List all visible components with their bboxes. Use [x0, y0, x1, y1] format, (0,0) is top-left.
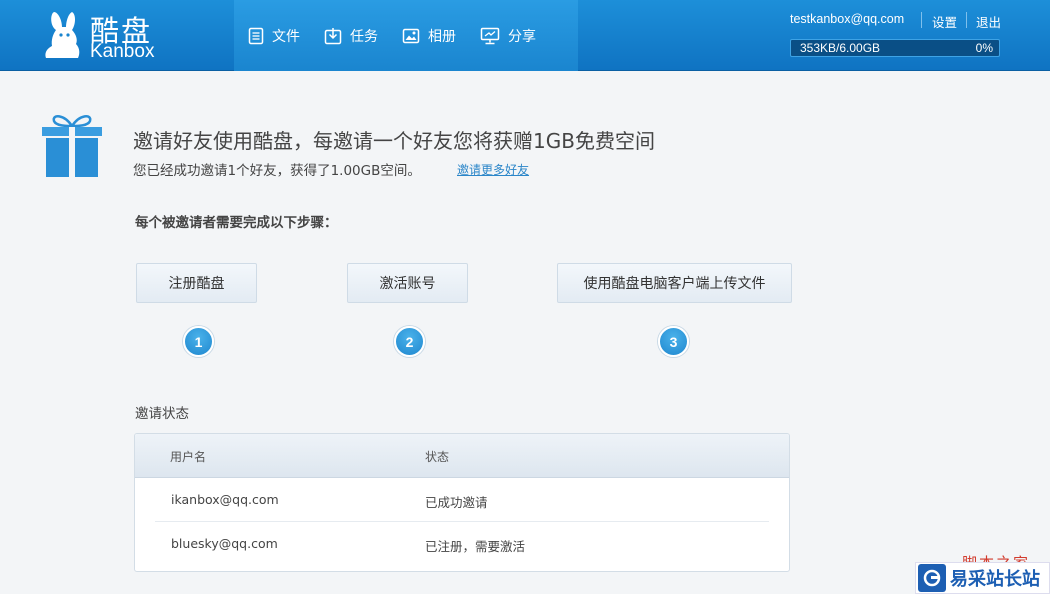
invite-headline: 邀请好友使用酷盘，每邀请一个好友您将获赠1GB免费空间: [133, 129, 655, 153]
step-number-1: 1: [183, 326, 214, 357]
nav-files-label: 文件: [272, 28, 300, 45]
header-divider: [966, 12, 967, 28]
invite-more-link[interactable]: 邀请更多好友: [457, 161, 529, 178]
invite-status-table: 用户名 状态 ikanbox@qq.com 已成功邀请 bluesky@qq.c…: [134, 433, 790, 572]
row-username: bluesky@qq.com: [171, 536, 278, 551]
step-number-2: 2: [394, 326, 425, 357]
step-number-3: 3: [658, 326, 689, 357]
nav-share[interactable]: 分享: [480, 26, 536, 46]
nav-album-label: 相册: [428, 28, 456, 45]
task-icon: [324, 27, 342, 44]
top-header: 酷盘 Kanbox 文件 任务 相册 分享 testkanbox@qq.com …: [0, 0, 1050, 71]
storage-quota-bar: 353KB/6.00GB 0%: [790, 39, 1000, 57]
nav-share-label: 分享: [508, 28, 536, 45]
table-row: bluesky@qq.com 已注册，需要激活: [135, 522, 789, 566]
header-divider: [921, 12, 922, 28]
step-register-box: 注册酷盘: [136, 263, 257, 303]
share-icon: [480, 27, 500, 44]
nav-tasks-label: 任务: [350, 28, 378, 45]
quota-percent-text: 0%: [975, 41, 993, 55]
file-icon: [248, 27, 264, 44]
album-icon: [402, 28, 420, 43]
column-header-status: 状态: [425, 450, 450, 464]
logo-text-en: Kanbox: [90, 41, 155, 62]
rabbit-logo-icon: [45, 12, 80, 58]
quota-used-text: 353KB/6.00GB: [800, 41, 881, 55]
watermark-site-name: 易采站长站: [950, 569, 1040, 590]
column-header-username: 用户名: [170, 450, 207, 464]
watermark-logo-icon: [918, 564, 946, 592]
kanbox-logo[interactable]: 酷盘 Kanbox: [40, 8, 170, 64]
nav-album[interactable]: 相册: [402, 26, 456, 46]
nav-tasks[interactable]: 任务: [324, 26, 378, 46]
table-row: ikanbox@qq.com 已成功邀请: [135, 478, 789, 522]
main-nav: 文件 任务 相册 分享: [234, 0, 578, 71]
logout-link[interactable]: 退出: [976, 12, 1001, 31]
steps-title: 每个被邀请者需要完成以下步骤：: [135, 215, 338, 231]
step-upload-box: 使用酷盘电脑客户端上传文件: [557, 263, 792, 303]
watermark-badge: 易采站长站: [915, 562, 1050, 594]
invite-status-title: 邀请状态: [135, 406, 189, 422]
table-header: 用户名 状态: [135, 434, 789, 478]
invite-summary: 您已经成功邀请1个好友，获得了1.00GB空间。: [133, 163, 421, 179]
nav-files[interactable]: 文件: [248, 26, 300, 46]
settings-link[interactable]: 设置: [932, 12, 957, 31]
gift-icon: [42, 115, 102, 177]
user-email[interactable]: testkanbox@qq.com: [790, 12, 904, 26]
row-username: ikanbox@qq.com: [171, 492, 279, 507]
step-activate-box: 激活账号: [347, 263, 468, 303]
row-status: 已注册，需要激活: [425, 539, 526, 554]
row-status: 已成功邀请: [425, 495, 488, 510]
